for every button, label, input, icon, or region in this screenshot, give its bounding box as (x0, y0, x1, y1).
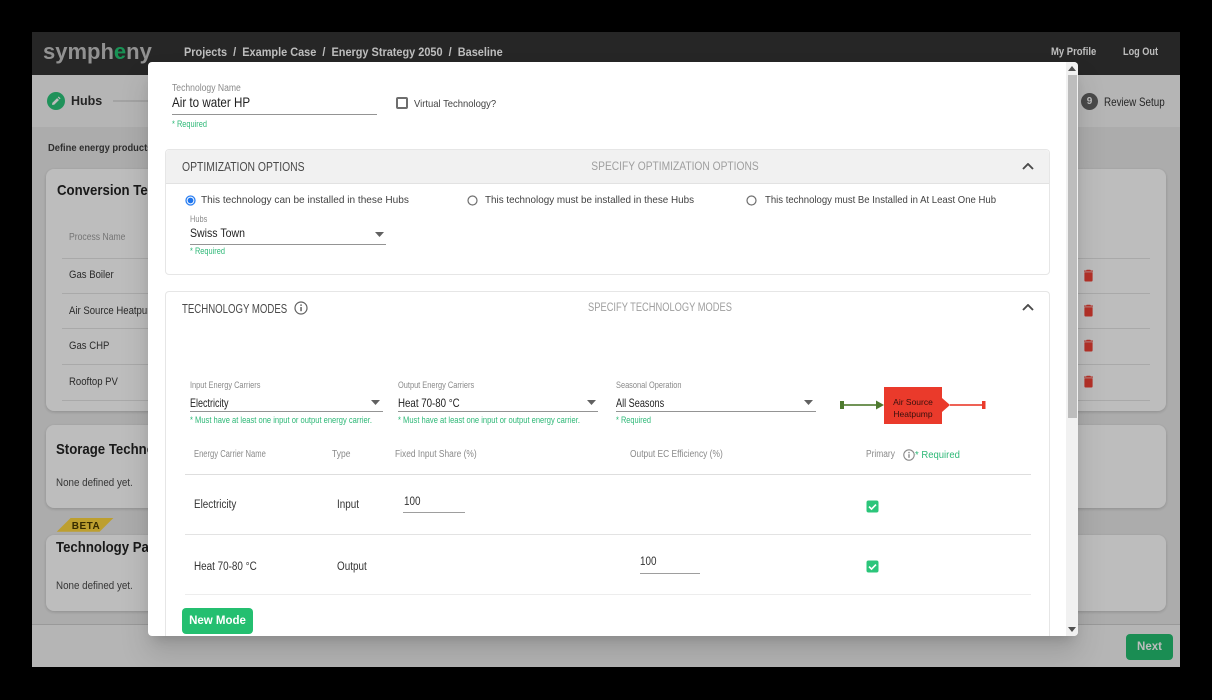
svg-text:Heatpump: Heatpump (893, 409, 932, 419)
svg-text:Air Source: Air Source (893, 397, 933, 407)
